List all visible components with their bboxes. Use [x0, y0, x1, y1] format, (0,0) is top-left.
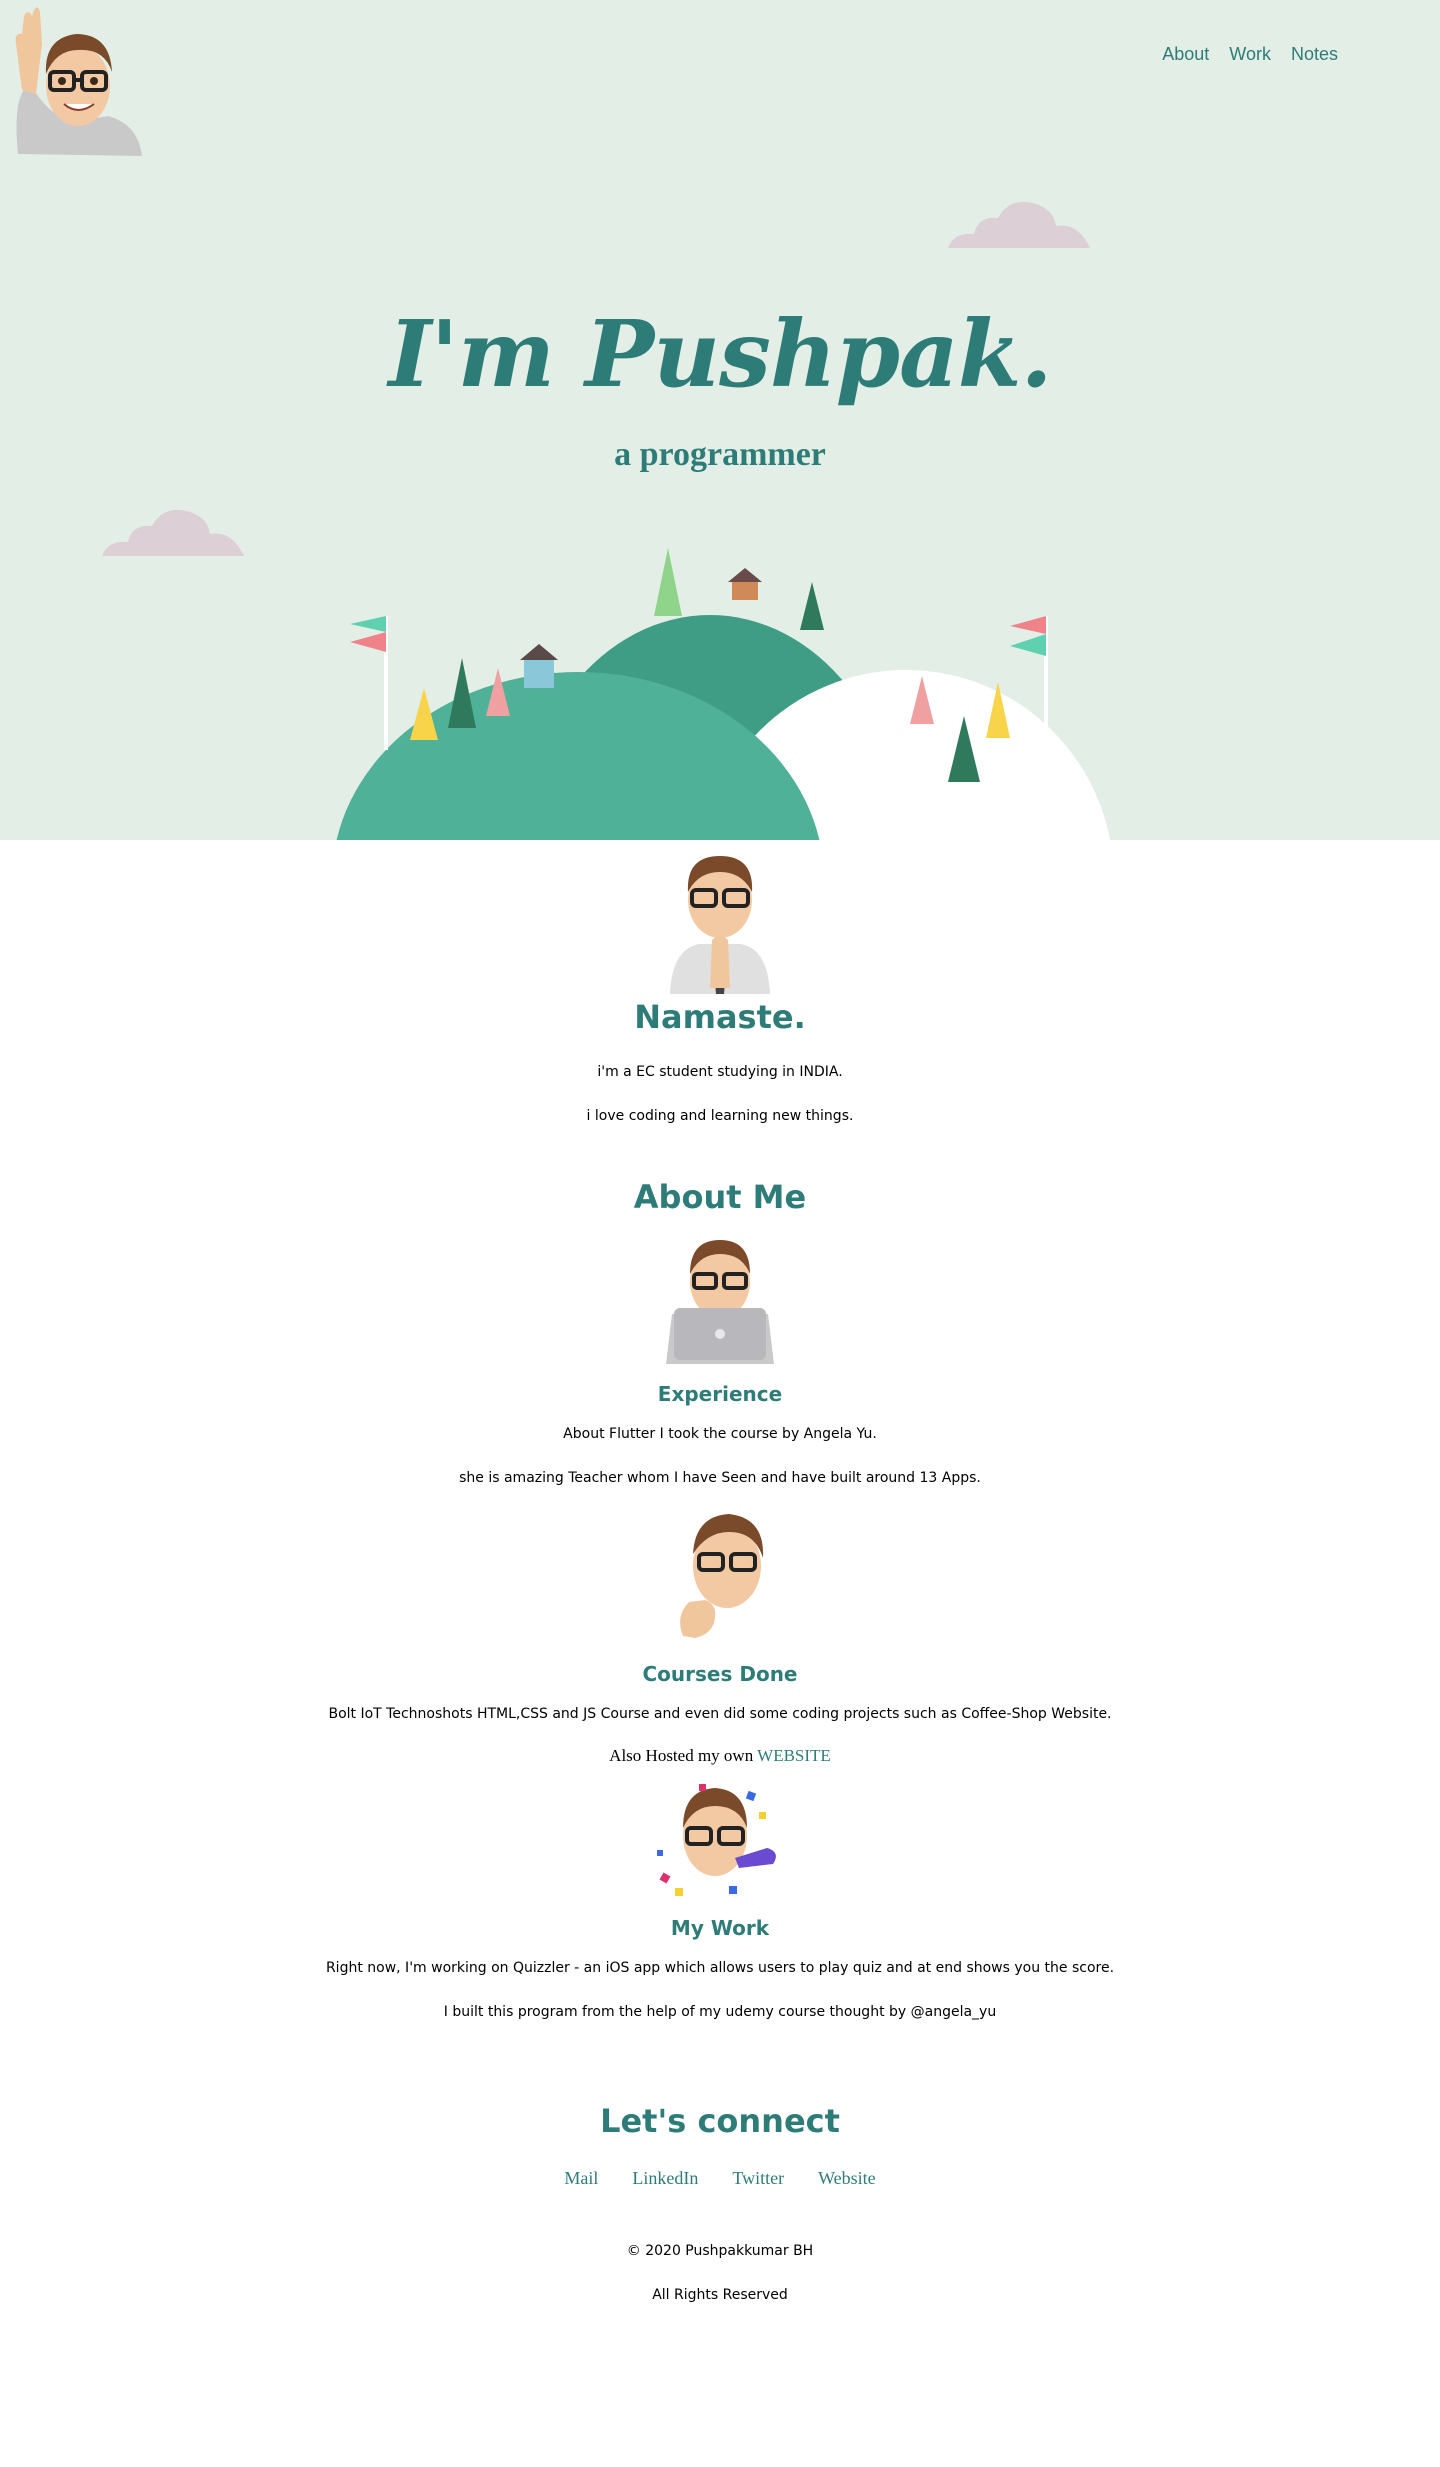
waving-avatar [15, 7, 142, 156]
hero-title: I'm Pushpak. [388, 300, 1052, 408]
hero-section: About Work Notes I'm Pushpak. a programm… [0, 0, 1440, 840]
namaste-avatar [670, 856, 770, 994]
rights-text: All Rights Reserved [652, 2287, 788, 2303]
website-link[interactable]: Website [818, 2168, 876, 2189]
website-link[interactable]: WEBSITE [757, 1746, 831, 1765]
connect-title: Let's connect [600, 2102, 840, 2140]
mail-link[interactable]: Mail [564, 2168, 598, 2189]
hosted-text: Also Hosted my own [609, 1746, 754, 1765]
courses-line: Bolt IoT Technoshots HTML,CSS and JS Cou… [328, 1706, 1112, 1722]
nav-notes-link[interactable]: Notes [1289, 42, 1340, 67]
twitter-link[interactable]: Twitter [732, 2168, 784, 2189]
hosted-line: Also Hosted my own WEBSITE [0, 1736, 1440, 1776]
experience-line-1: About Flutter I took the course by Angel… [563, 1426, 877, 1442]
nav-work-link[interactable]: Work [1227, 42, 1273, 67]
work-title: My Work [670, 1916, 770, 1940]
experience-line-2: she is amazing Teacher whom I have Seen … [459, 1470, 981, 1486]
courses-title: Courses Done [642, 1662, 798, 1686]
nav-about-link[interactable]: About [1160, 42, 1211, 67]
work-line-2: I built this program from the help of my… [443, 2004, 997, 2020]
footer: © 2020 Pushpakkumar BH All Rights Reserv… [0, 2229, 1440, 2367]
about-section: About Me Experience About Flutter I took… [0, 1178, 1440, 2034]
social-links: Mail LinkedIn Twitter Website [0, 2168, 1440, 2189]
namaste-title: Namaste. [634, 998, 806, 1036]
namaste-line-2: i love coding and learning new things. [586, 1108, 854, 1124]
party-avatar [657, 1784, 776, 1896]
thinking-avatar [680, 1514, 764, 1638]
connect-section: Let's connect Mail LinkedIn Twitter Webs… [0, 2102, 1440, 2367]
top-nav: About Work Notes [1160, 42, 1340, 67]
namaste-section: Namaste. i'm a EC student studying in IN… [0, 848, 1440, 1138]
namaste-line-1: i'm a EC student studying in INDIA. [597, 1064, 843, 1080]
experience-title: Experience [657, 1382, 783, 1406]
copyright-text: © 2020 Pushpakkumar BH [626, 2243, 814, 2259]
laptop-avatar [666, 1240, 774, 1364]
mountains-illustration [336, 548, 1111, 840]
cloud-image [948, 201, 1090, 248]
work-line-1: Right now, I'm working on Quizzler - an … [325, 1960, 1115, 1976]
about-title: About Me [633, 1178, 807, 1216]
linkedin-link[interactable]: LinkedIn [632, 2168, 698, 2189]
hero-subtitle: a programmer [614, 436, 826, 473]
